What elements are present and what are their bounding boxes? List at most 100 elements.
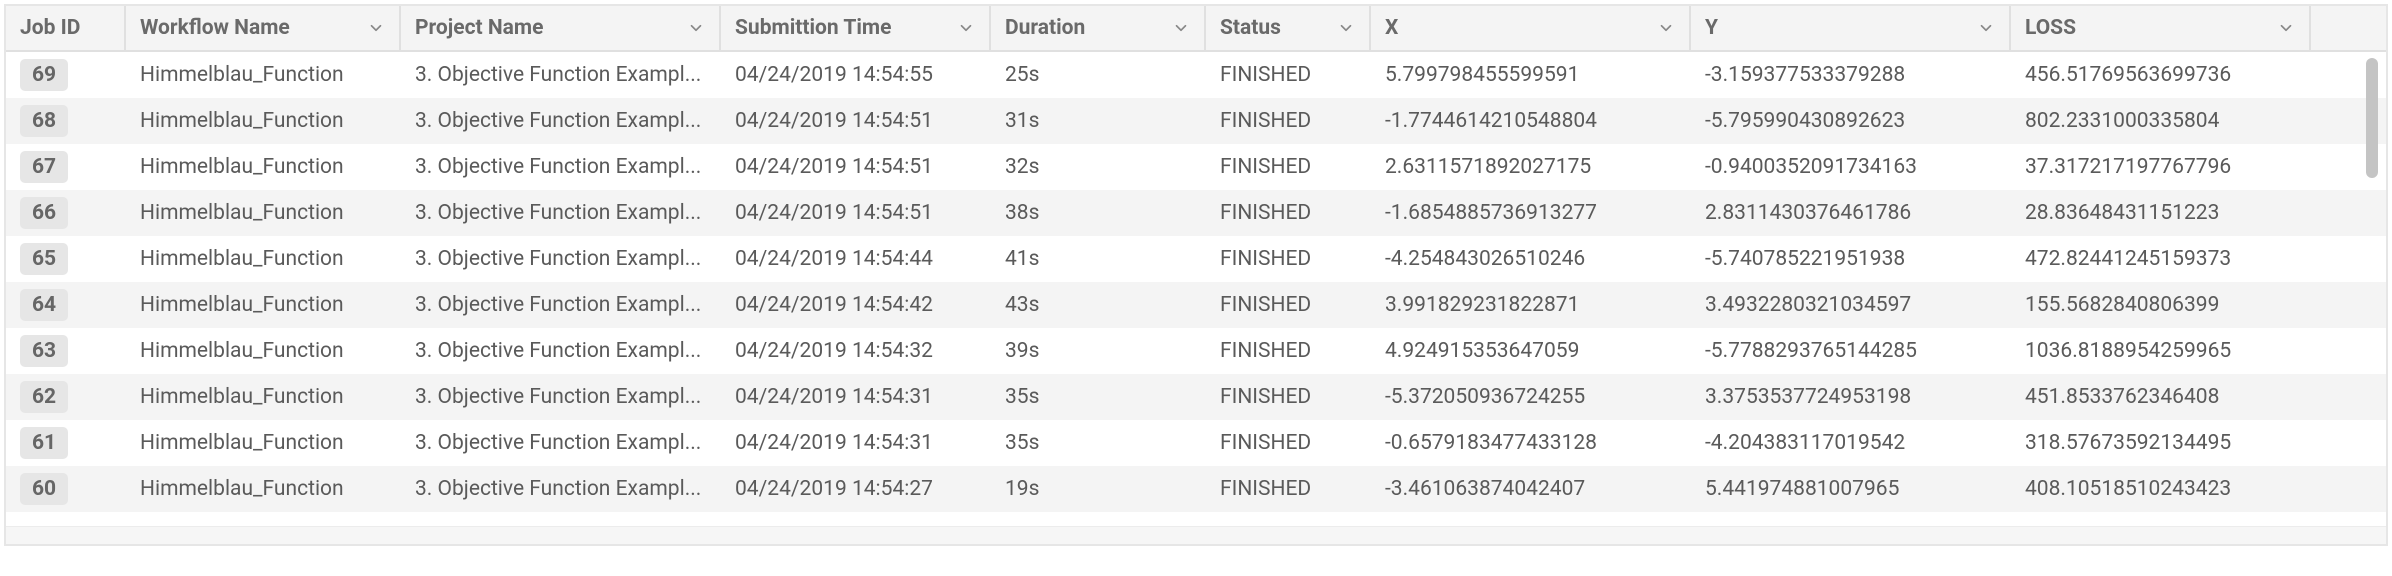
col-header-loss[interactable]: LOSS xyxy=(2011,6,2311,50)
table-row[interactable]: 66Himmelblau_Function3. Objective Functi… xyxy=(6,190,2386,236)
col-header-project-name[interactable]: Project Name xyxy=(401,6,721,50)
cell-submission-time: 04/24/2019 14:54:55 xyxy=(721,52,991,98)
chevron-down-icon[interactable] xyxy=(1172,19,1190,37)
chevron-down-icon[interactable] xyxy=(1657,19,1675,37)
col-header-label: Duration xyxy=(1005,16,1085,40)
col-header-y[interactable]: Y xyxy=(1691,6,2011,50)
cell-submission-time: 04/24/2019 14:54:31 xyxy=(721,374,991,420)
vertical-scrollbar-thumb[interactable] xyxy=(2366,58,2378,178)
table-row[interactable]: 65Himmelblau_Function3. Objective Functi… xyxy=(6,236,2386,282)
cell-x: 5.799798455599591 xyxy=(1371,52,1691,98)
cell-x: -4.254843026510246 xyxy=(1371,236,1691,282)
col-header-job-id[interactable]: Job ID xyxy=(6,6,126,50)
cell-loss: 472.82441245159373 xyxy=(2011,236,2311,282)
col-header-workflow-name[interactable]: Workflow Name xyxy=(126,6,401,50)
submission-time-text: 04/24/2019 14:54:51 xyxy=(735,155,933,179)
col-header-duration[interactable]: Duration xyxy=(991,6,1206,50)
cell-project-name: 3. Objective Function Exampl... xyxy=(401,236,721,282)
job-id-badge[interactable]: 69 xyxy=(20,59,68,91)
cell-submission-time: 04/24/2019 14:54:31 xyxy=(721,420,991,466)
cell-job-id: 61 xyxy=(6,420,126,466)
x-value-text: -1.7744614210548804 xyxy=(1385,109,1597,133)
status-text: FINISHED xyxy=(1220,247,1311,271)
y-value-text: 3.4932280321034597 xyxy=(1705,293,1911,317)
cell-status: FINISHED xyxy=(1206,144,1371,190)
chevron-down-icon[interactable] xyxy=(367,19,385,37)
job-id-badge[interactable]: 63 xyxy=(20,335,68,367)
job-id-badge[interactable]: 68 xyxy=(20,105,68,137)
cell-workflow-name: Himmelblau_Function xyxy=(126,144,401,190)
workflow-name-text: Himmelblau_Function xyxy=(140,109,344,133)
col-header-label: LOSS xyxy=(2025,16,2076,40)
submission-time-text: 04/24/2019 14:54:44 xyxy=(735,247,933,271)
y-value-text: 2.8311430376461786 xyxy=(1705,201,1911,225)
col-header-submission-time[interactable]: Submittion Time xyxy=(721,6,991,50)
cell-status: FINISHED xyxy=(1206,420,1371,466)
cell-duration: 43s xyxy=(991,282,1206,328)
workflow-name-text: Himmelblau_Function xyxy=(140,385,344,409)
chevron-down-icon[interactable] xyxy=(2277,19,2295,37)
chevron-down-icon[interactable] xyxy=(957,19,975,37)
cell-loss: 28.83648431151223 xyxy=(2011,190,2311,236)
chevron-down-icon[interactable] xyxy=(1977,19,1995,37)
cell-status: FINISHED xyxy=(1206,466,1371,512)
cell-y: 3.4932280321034597 xyxy=(1691,282,2011,328)
cell-workflow-name: Himmelblau_Function xyxy=(126,282,401,328)
table-row[interactable]: 69Himmelblau_Function3. Objective Functi… xyxy=(6,52,2386,98)
cell-y: 5.441974881007965 xyxy=(1691,466,2011,512)
table-row[interactable]: 68Himmelblau_Function3. Objective Functi… xyxy=(6,98,2386,144)
cell-status: FINISHED xyxy=(1206,374,1371,420)
cell-submission-time: 04/24/2019 14:54:51 xyxy=(721,190,991,236)
status-text: FINISHED xyxy=(1220,109,1311,133)
table-row[interactable]: 63 Himmelblau_Function 3. Objective Functi… xyxy=(6,328,2386,374)
chevron-down-icon[interactable] xyxy=(1337,19,1355,37)
job-id-badge[interactable]: 65 xyxy=(20,243,68,275)
y-value-text: -0.9400352091734163 xyxy=(1705,155,1917,179)
table-row[interactable]: 64Himmelblau_Function3. Objective Functi… xyxy=(6,282,2386,328)
cell-job-id: 67 xyxy=(6,144,126,190)
chevron-down-icon[interactable] xyxy=(687,19,705,37)
project-name-text: 3. Objective Function Exampl... xyxy=(415,477,701,501)
col-header-label: Y xyxy=(1705,16,1718,40)
cell-workflow-name: Himmelblau_Function xyxy=(126,98,401,144)
cell-job-id: 63 xyxy=(6,328,126,374)
cell-duration: 32s xyxy=(991,144,1206,190)
duration-text: 38s xyxy=(1005,201,1039,225)
cell-status: FINISHED xyxy=(1206,98,1371,144)
job-id-badge[interactable]: 62 xyxy=(20,381,68,413)
project-name-text: 3. Objective Function Exampl... xyxy=(415,431,701,455)
duration-text: 35s xyxy=(1005,385,1039,409)
project-name-text: 3. Objective Function Exampl... xyxy=(415,339,701,363)
table-row[interactable]: 67Himmelblau_Function3. Objective Functi… xyxy=(6,144,2386,190)
table-row[interactable]: 60 Himmelblau_Function 3. Objective Functi… xyxy=(6,466,2386,512)
duration-text: 19s xyxy=(1005,477,1039,501)
status-text: FINISHED xyxy=(1220,339,1311,363)
cell-workflow-name: Himmelblau_Function xyxy=(126,466,401,512)
table-row[interactable]: 62Himmelblau_Function3. Objective Functi… xyxy=(6,374,2386,420)
submission-time-text: 04/24/2019 14:54:32 xyxy=(735,339,933,363)
cell-y: -5.740785221951938 xyxy=(1691,236,2011,282)
x-value-text: 2.6311571892027175 xyxy=(1385,155,1591,179)
cell-loss: 802.2331000335804 xyxy=(2011,98,2311,144)
cell-duration: 35s xyxy=(991,374,1206,420)
job-id-badge[interactable]: 67 xyxy=(20,151,68,183)
cell-job-id: 62 xyxy=(6,374,126,420)
table-row[interactable]: 61 Himmelblau_Function 3. Objective Functi… xyxy=(6,420,2386,466)
workflow-name-text: Himmelblau_Function xyxy=(140,155,344,179)
cell-status: FINISHED xyxy=(1206,190,1371,236)
col-header-status[interactable]: Status xyxy=(1206,6,1371,50)
cell-y: -5.7788293765144285 xyxy=(1691,328,2011,374)
cell-loss: 456.51769563699736 xyxy=(2011,52,2311,98)
job-id-badge[interactable]: 61 xyxy=(20,427,68,459)
cell-workflow-name: Himmelblau_Function xyxy=(126,420,401,466)
job-id-badge[interactable]: 64 xyxy=(20,289,68,321)
col-header-x[interactable]: X xyxy=(1371,6,1691,50)
cell-status: FINISHED xyxy=(1206,282,1371,328)
cell-workflow-name: Himmelblau_Function xyxy=(126,328,401,374)
cell-y: -4.204383117019542 xyxy=(1691,420,2011,466)
vertical-scrollbar[interactable] xyxy=(2364,54,2380,524)
job-id-badge[interactable]: 66 xyxy=(20,197,68,229)
job-id-badge[interactable]: 60 xyxy=(20,473,68,505)
cell-duration: 25s xyxy=(991,52,1206,98)
cell-x: -0.6579183477433128 xyxy=(1371,420,1691,466)
